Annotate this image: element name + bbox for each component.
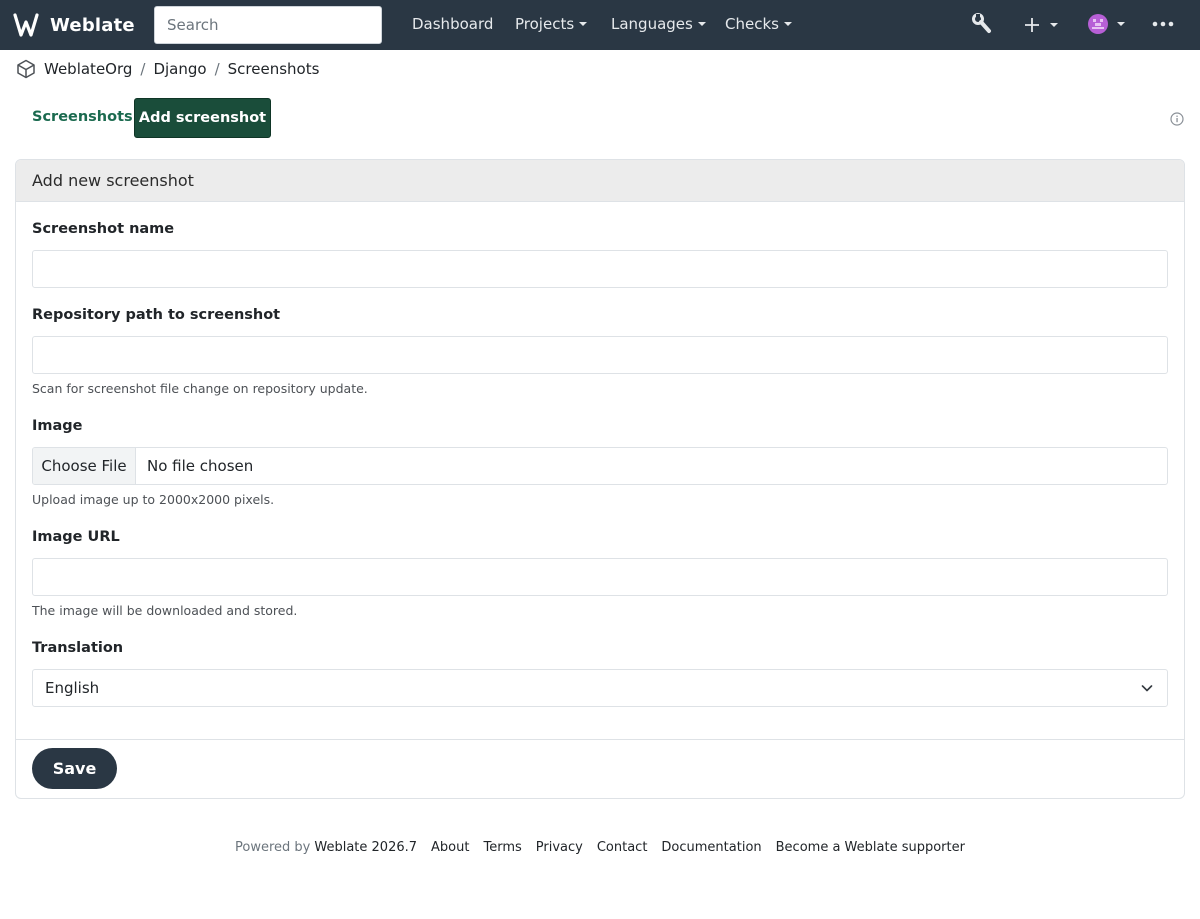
screenshot-name-label: Screenshot name (32, 221, 175, 237)
tab-add-screenshot[interactable]: Add screenshot (134, 98, 271, 138)
breadcrumb-separator: / (214, 60, 220, 78)
breadcrumb-project[interactable]: Django (153, 60, 206, 78)
nav-dashboard-label: Dashboard (412, 15, 494, 33)
footer-terms-link[interactable]: Terms (483, 840, 521, 855)
chevron-down-icon (1141, 685, 1153, 692)
nav-projects[interactable]: Projects (515, 15, 588, 33)
wrench-icon (972, 13, 991, 33)
footer-privacy-link[interactable]: Privacy (536, 840, 583, 855)
wrench-button[interactable] (972, 13, 992, 35)
breadcrumb: WeblateOrg / Django / Screenshots (16, 58, 319, 80)
nav-dashboard[interactable]: Dashboard (412, 15, 493, 33)
brand-link[interactable]: Weblate (12, 12, 135, 38)
image-label: Image (32, 418, 83, 434)
image-url-help: The image will be downloaded and stored. (32, 603, 298, 618)
weblate-logo-icon (13, 13, 39, 37)
plus-icon (1025, 18, 1039, 32)
footer-about-link[interactable]: About (431, 840, 469, 855)
powered-by-text: Powered by (235, 840, 311, 855)
file-status: No file chosen (147, 457, 254, 475)
chevron-down-icon (579, 22, 588, 26)
avatar-icon (1088, 14, 1108, 34)
repository-path-help: Scan for screenshot file change on repos… (32, 381, 368, 396)
card-footer-divider (16, 739, 1184, 740)
nav-projects-label: Projects (515, 15, 575, 33)
footer-documentation-link[interactable]: Documentation (661, 840, 761, 855)
brand-name: Weblate (50, 14, 135, 36)
weblate-version-link[interactable]: Weblate 2026.7 (314, 840, 417, 855)
more-icon (1152, 21, 1174, 27)
nav-checks[interactable]: Checks (725, 15, 792, 33)
top-navbar: Weblate Dashboard Projects Languages Che… (0, 0, 1200, 50)
screenshot-name-input[interactable] (32, 250, 1168, 288)
chevron-down-icon (1117, 22, 1125, 26)
image-url-input[interactable] (32, 558, 1168, 596)
footer-supporter-link[interactable]: Become a Weblate supporter (776, 840, 965, 855)
translation-select[interactable]: English (32, 669, 1168, 707)
translation-selected-value: English (45, 679, 100, 697)
chevron-down-icon (783, 22, 792, 26)
save-button[interactable]: Save (32, 748, 117, 789)
image-url-label: Image URL (32, 529, 120, 545)
project-cube-icon (17, 59, 35, 79)
image-file-input[interactable]: Choose File No file chosen (32, 447, 1168, 485)
nav-languages[interactable]: Languages (611, 15, 706, 33)
chevron-down-icon (1050, 23, 1058, 27)
chevron-down-icon (697, 22, 706, 26)
user-menu-button[interactable] (1087, 13, 1125, 35)
info-icon[interactable] (1170, 112, 1184, 126)
choose-file-button[interactable]: Choose File (33, 448, 136, 484)
footer-contact-link[interactable]: Contact (597, 840, 648, 855)
translation-label: Translation (32, 640, 124, 656)
page-footer: Powered by Weblate 2026.7 About Terms Pr… (0, 840, 1200, 855)
card-title: Add new screenshot (16, 160, 1184, 202)
breadcrumb-org[interactable]: WeblateOrg (44, 60, 132, 78)
repository-path-label: Repository path to screenshot (32, 307, 281, 323)
nav-checks-label: Checks (725, 15, 779, 33)
tab-screenshots[interactable]: Screenshots (32, 109, 133, 125)
breadcrumb-separator: / (140, 60, 146, 78)
add-screenshot-card: Add new screenshot Screenshot name Repos… (15, 159, 1185, 799)
search-input[interactable] (154, 6, 382, 44)
repository-path-input[interactable] (32, 336, 1168, 374)
more-menu-button[interactable] (1152, 21, 1174, 27)
add-menu-button[interactable] (1024, 13, 1058, 37)
breadcrumb-screenshots[interactable]: Screenshots (228, 60, 320, 78)
nav-languages-label: Languages (611, 15, 693, 33)
image-help: Upload image up to 2000x2000 pixels. (32, 492, 275, 507)
